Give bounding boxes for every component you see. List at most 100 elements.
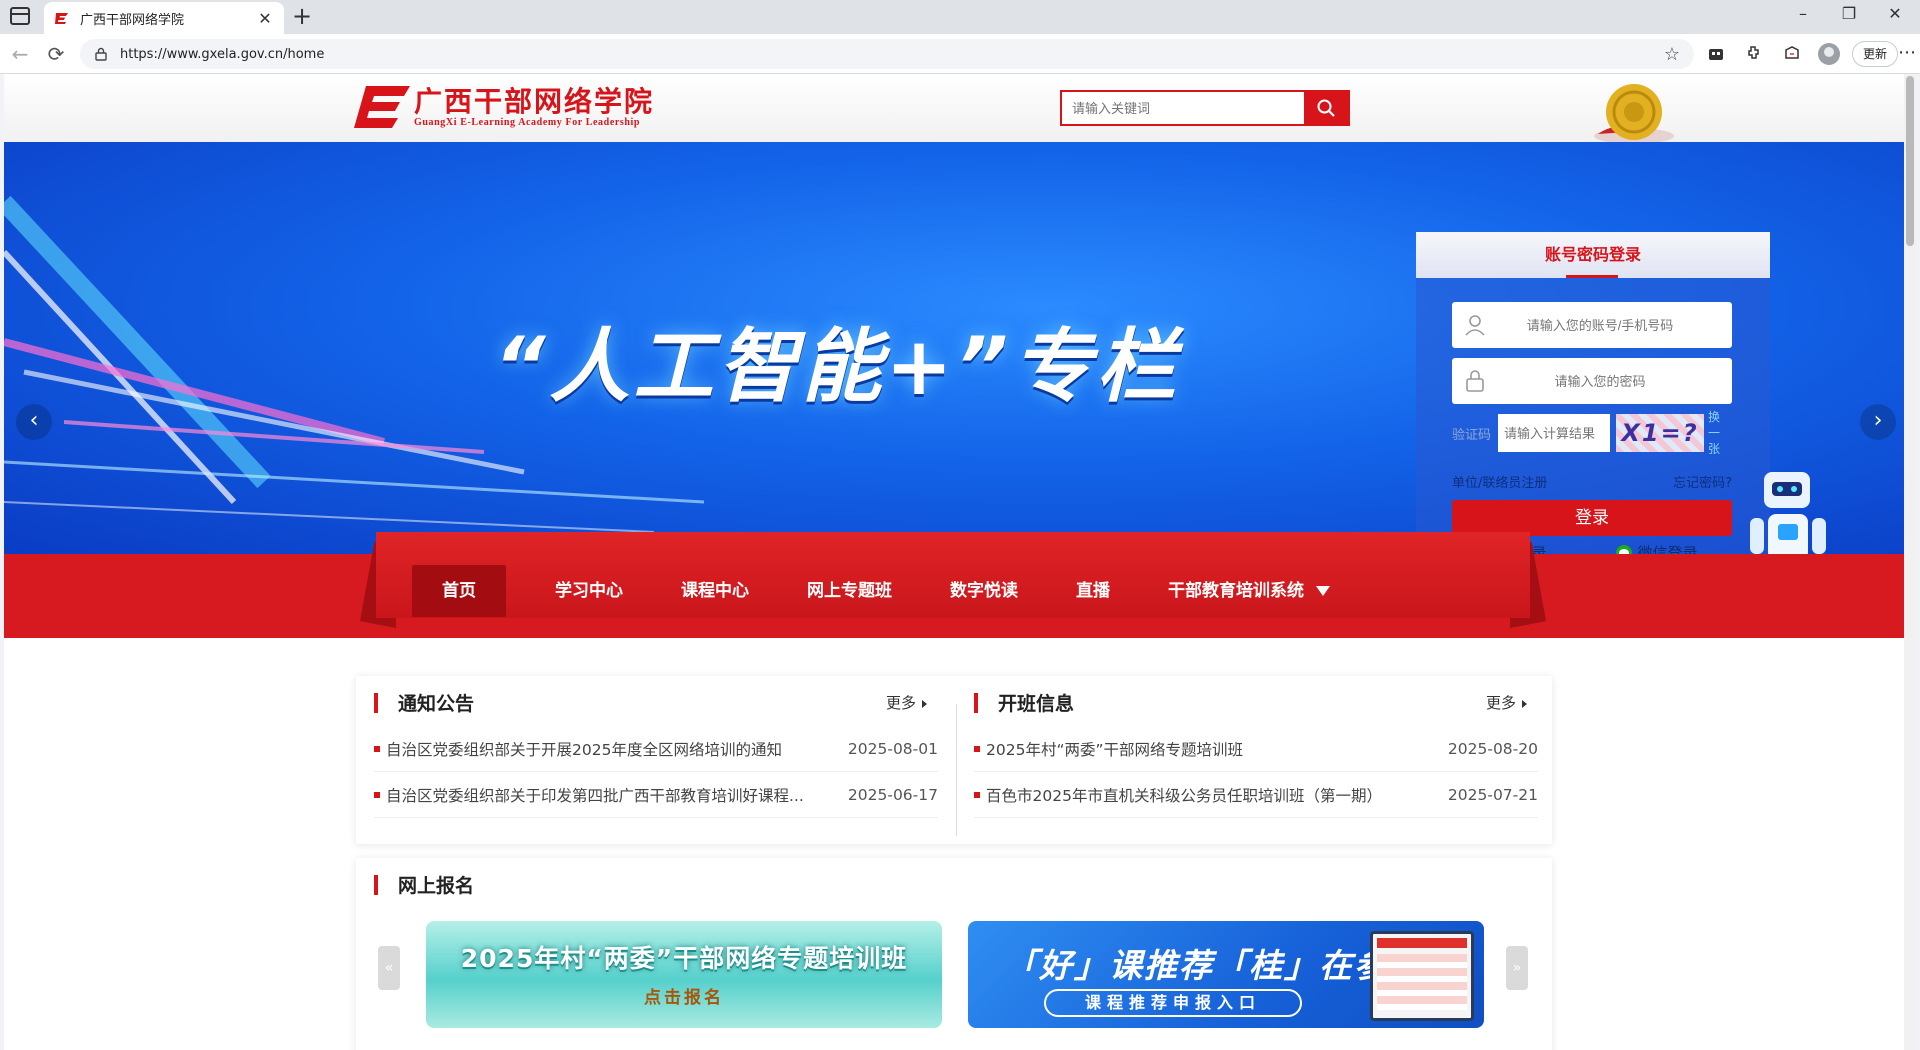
column-divider [956, 704, 957, 836]
browser-tab[interactable]: 广西干部网络学院 ✕ [44, 2, 284, 34]
carousel-next-button[interactable]: › [1860, 404, 1896, 440]
main-nav: 首页 学习中心 课程中心 网上专题班 数字悦读 直播 干部教育培训系统 [412, 565, 1359, 617]
item-date: 2025-08-20 [1447, 739, 1538, 758]
registration-prev-button[interactable]: « [378, 946, 400, 990]
classes-more-link[interactable]: 更多 [1486, 692, 1527, 713]
notices-more-link[interactable]: 更多 [886, 692, 927, 713]
banner-headline: “人工智能+”专栏 [494, 320, 1181, 413]
favorites-icon[interactable] [1782, 44, 1802, 64]
site-search [1060, 90, 1350, 126]
bullet-icon [974, 745, 980, 752]
nav-item[interactable]: 干部教育培训系统 [1139, 565, 1359, 617]
forgot-password-link[interactable]: 忘记密码? [1673, 472, 1732, 491]
reload-button[interactable]: ⟳ [44, 42, 68, 66]
profile-avatar[interactable] [1818, 43, 1840, 65]
notices-list: 自治区党委组织部关于开展2025年度全区网络培训的通知 2025-08-01 自治区… [374, 726, 938, 818]
banner1-register-button[interactable]: 点击报名 [426, 983, 942, 1008]
login-panel: 账号密码登录 验证码 X1=? 换一张 单位/联络员注册 忘记密码? 登录 [1416, 232, 1770, 554]
extensions-icon[interactable] [1744, 44, 1764, 64]
wechat-login-label: 微信登录 [1637, 544, 1698, 554]
captcha-image[interactable]: X1=? [1616, 414, 1704, 452]
login-button[interactable]: 登录 [1452, 500, 1732, 536]
bullet-icon [374, 791, 380, 798]
registration-title: 网上报名 [374, 871, 474, 898]
village-cadre-training-banner[interactable]: 2025年村“两委”干部网络专题培训班 点击报名 [426, 921, 942, 1028]
scrollbar-thumb[interactable] [1906, 76, 1914, 246]
captcha-row: 验证码 X1=? 换一张 [1452, 410, 1742, 456]
tab-close-icon[interactable]: ✕ [256, 9, 274, 28]
classes-list: 2025年村“两委”干部网络专题培训班 2025-08-20 百色市2025年市直机… [974, 726, 1538, 818]
user-icon [1465, 315, 1485, 336]
password-input[interactable] [1498, 373, 1732, 389]
emblem-decoration-icon [1594, 84, 1674, 142]
bullet-icon [374, 745, 380, 752]
banner1-title: 2025年村“两委”干部网络专题培训班 [460, 944, 908, 973]
search-icon [1317, 99, 1335, 117]
account-input[interactable] [1498, 317, 1732, 333]
minimize-button[interactable]: – [1780, 4, 1826, 23]
new-tab-button[interactable]: + [292, 3, 312, 29]
logo-mark-icon [354, 86, 410, 128]
url-field[interactable]: https://www.gxela.gov.cn/home ☆ [80, 39, 1694, 69]
item-title: 百色市2025年市直机关科级公务员任职培训班（第一期） [986, 786, 1382, 805]
account-field [1452, 302, 1732, 348]
captcha-refresh-link[interactable]: 换一张 [1708, 409, 1724, 457]
restore-button[interactable]: ❐ [1826, 4, 1872, 23]
nav-item-label: 课程中心 [681, 581, 749, 601]
search-button[interactable] [1304, 92, 1348, 124]
nav-item[interactable]: 网上专题班 [778, 565, 921, 617]
captcha-input[interactable] [1498, 414, 1610, 452]
banner2-entry-button[interactable]: 课程推荐申报入口 [1044, 989, 1302, 1017]
sidebar-toggle-icon[interactable] [10, 7, 30, 25]
site-header: 广西干部网络学院 GuangXi E-Learning Academy For … [4, 74, 1904, 142]
register-link[interactable]: 单位/联络员注册 [1452, 472, 1547, 491]
banner2-title: 「好」课推荐「桂」在参与 [1004, 946, 1424, 985]
notices-title: 通知公告 [374, 689, 474, 716]
wechat-login-link[interactable]: 微信登录 [1615, 542, 1698, 554]
list-item[interactable]: 2025年村“两委”干部网络专题培训班 2025-08-20 [974, 726, 1538, 772]
update-button[interactable]: 更新 [1852, 41, 1898, 67]
window-close-button[interactable]: ✕ [1872, 4, 1918, 23]
nav-item-label: 干部教育培训系统 [1168, 581, 1304, 601]
login-links: 单位/联络员注册 忘记密码? [1452, 472, 1732, 491]
carousel-prev-button[interactable]: ‹ [16, 404, 52, 440]
list-item[interactable]: 自治区党委组织部关于印发第四批广西干部教育培训好课程... 2025-06-17 [374, 772, 938, 818]
more-menu-icon[interactable]: ⋯ [1898, 42, 1916, 63]
hero-banner: “人工智能+”专栏 ‹ › 账号密码登录 验证码 X1=? 换一张 单位/联络员… [4, 142, 1904, 554]
dropdown-caret-icon [1316, 586, 1330, 596]
nav-item[interactable]: 直播 [1047, 565, 1139, 617]
site-favicon-icon [55, 13, 68, 24]
monitor-illustration [1370, 931, 1474, 1021]
registration-next-button[interactable]: » [1506, 946, 1528, 990]
course-recommend-banner[interactable]: 「好」课推荐「桂」在参与 课程推荐申报入口 [968, 921, 1484, 1028]
list-item[interactable]: 百色市2025年市直机关科级公务员任职培训班（第一期） 2025-07-21 [974, 772, 1538, 818]
nav-item[interactable]: 课程中心 [652, 565, 778, 617]
item-date: 2025-07-21 [1447, 785, 1538, 804]
address-bar: ← ⟳ https://www.gxela.gov.cn/home ☆ 更新 ⋯ [0, 34, 1920, 74]
page-scrollbar[interactable] [1904, 74, 1916, 1050]
collections-icon[interactable] [1706, 44, 1726, 64]
bullet-icon [974, 791, 980, 798]
nav-item-label: 首页 [442, 581, 476, 601]
tab-title: 广西干部网络学院 [80, 12, 185, 28]
list-item[interactable]: 自治区党委组织部关于开展2025年度全区网络培训的通知 2025-08-01 [374, 726, 938, 772]
nav-item[interactable]: 首页 [412, 565, 506, 617]
nav-item[interactable]: 学习中心 [526, 565, 652, 617]
item-title: 自治区党委组织部关于开展2025年度全区网络培训的通知 [386, 740, 782, 759]
nav-item-label: 网上专题班 [807, 581, 892, 601]
password-field [1452, 358, 1732, 404]
item-title: 自治区党委组织部关于印发第四批广西干部教育培训好课程... [386, 786, 804, 805]
nav-item[interactable]: 数字悦读 [921, 565, 1047, 617]
url-text: https://www.gxela.gov.cn/home [120, 46, 325, 62]
back-button[interactable]: ← [8, 42, 32, 66]
item-date: 2025-06-17 [847, 785, 938, 804]
nav-item-label: 学习中心 [555, 581, 623, 601]
lock-icon [95, 47, 107, 61]
site-logo[interactable]: 广西干部网络学院 GuangXi E-Learning Academy For … [354, 84, 654, 130]
robot-illustration [1750, 472, 1826, 554]
nav-item-label: 直播 [1076, 581, 1110, 601]
nav-item-label: 数字悦读 [950, 581, 1018, 601]
browser-tab-bar: 广西干部网络学院 ✕ + – ❐ ✕ [0, 0, 1920, 34]
search-input[interactable] [1062, 92, 1304, 124]
favorite-star-icon[interactable]: ☆ [1664, 44, 1680, 65]
